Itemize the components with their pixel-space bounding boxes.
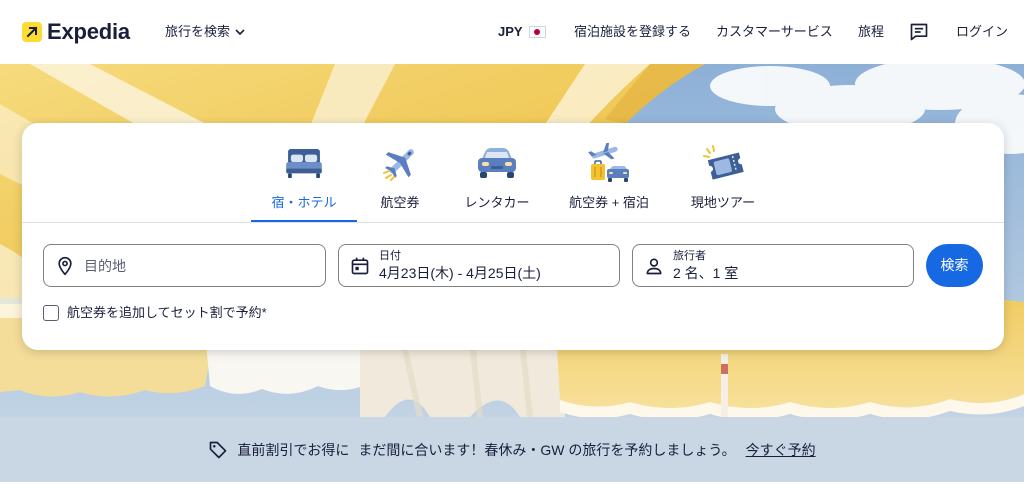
chevron-down-icon <box>235 29 245 35</box>
logo-text: Expedia <box>47 19 130 44</box>
book-now-link[interactable]: 今すぐ予約 <box>746 441 816 459</box>
expedia-logo[interactable]: Expedia <box>22 20 130 44</box>
flag-circle <box>534 29 541 35</box>
dates-value: 4月23日(木) - 4月25日(土) <box>379 265 541 281</box>
search-card: 宿・ホテル 航空券 レンタカー 航空券 + 宿泊 現地ツアー 目的地 日付 4月… <box>22 123 1004 350</box>
dates-field[interactable]: 日付 4月23日(木) - 4月25日(土) <box>338 244 620 287</box>
plane-luggage-car-icon <box>588 143 630 183</box>
tab-things-to-do[interactable]: 現地ツアー <box>678 123 768 222</box>
top-header: Expedia 旅行を検索 JPY 宿泊施設を登録する カスタマーサービス 旅程… <box>0 0 1024 64</box>
tab-stays[interactable]: 宿・ホテル <box>251 123 357 222</box>
tab-label: 航空券 <box>380 195 420 210</box>
add-flight-option[interactable]: 航空券を追加してセット割で予約* <box>43 305 267 321</box>
tab-packages[interactable]: 航空券 + 宿泊 <box>554 123 664 222</box>
destination-input[interactable] <box>84 245 314 286</box>
banner-message: まだ間に合います！春休み・GW の旅行を予約しましょう。 <box>358 441 736 458</box>
tabs-divider <box>22 222 1004 223</box>
customer-service-link[interactable]: カスタマーサービス <box>716 24 833 40</box>
tab-label: 宿・ホテル <box>271 195 337 210</box>
banner-title: 直前割引でお得に <box>237 441 350 458</box>
login-link[interactable]: ログイン <box>956 24 1008 40</box>
add-flight-checkbox[interactable] <box>43 305 59 321</box>
tab-label: 現地ツアー <box>690 195 756 210</box>
travelers-field[interactable]: 旅行者 2 名、1 室 <box>632 244 914 287</box>
travelers-value: 2 名、1 室 <box>673 265 739 281</box>
car-icon <box>476 143 518 183</box>
trips-link[interactable]: 旅程 <box>858 24 884 40</box>
chat-icon[interactable] <box>909 22 929 42</box>
person-icon <box>644 256 664 276</box>
list-property-link[interactable]: 宿泊施設を登録する <box>574 24 691 40</box>
trip-search-menu-label: 旅行を検索 <box>165 24 231 39</box>
currency-selector[interactable]: JPY <box>498 24 546 40</box>
map-pin-icon <box>55 256 75 276</box>
tab-label: 航空券 + 宿泊 <box>569 195 649 210</box>
bed-icon <box>285 143 323 183</box>
add-flight-label: 航空券を追加してセット割で予約* <box>67 305 267 320</box>
tag-icon <box>208 440 228 460</box>
plane-icon <box>380 143 420 183</box>
tab-label: レンタカー <box>464 195 530 210</box>
currency-label: JPY <box>498 24 523 39</box>
search-button[interactable]: 検索 <box>926 244 983 287</box>
destination-field[interactable] <box>43 244 326 287</box>
japan-flag-icon <box>528 26 546 38</box>
ticket-icon <box>702 143 744 183</box>
dates-label: 日付 <box>379 250 401 262</box>
tab-flights[interactable]: 航空券 <box>360 123 440 222</box>
calendar-icon <box>350 256 370 276</box>
tab-cars[interactable]: レンタカー <box>452 123 542 222</box>
trip-search-menu[interactable]: 旅行を検索 <box>165 24 245 40</box>
travelers-label: 旅行者 <box>673 250 706 262</box>
expedia-arrow-icon <box>22 22 42 42</box>
promo-banner: 直前割引でお得に まだ間に合います！春休み・GW の旅行を予約しましょう。 今す… <box>0 417 1024 482</box>
